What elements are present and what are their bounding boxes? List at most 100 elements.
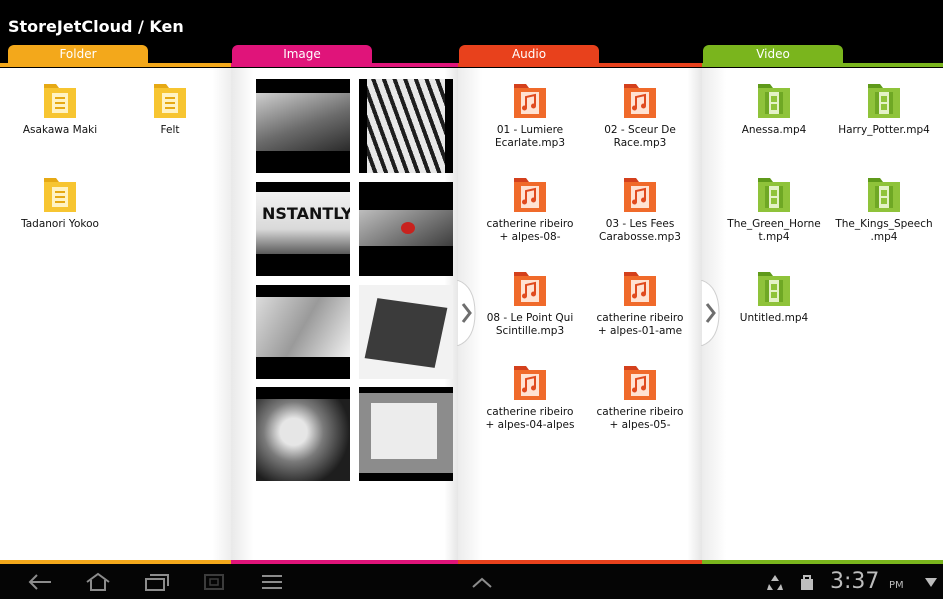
audio-name-line1: catherine ribeiro [596,312,684,324]
audio-file-item[interactable]: catherine ribeiro + alpes-08- [475,172,585,244]
collage-thumbnail[interactable] [256,285,350,379]
audio-name-line2: Race.mp3 [613,137,667,149]
audio-file-item[interactable]: 02 - Sceur De Race.mp3 [585,78,695,150]
music-file-icon [624,366,656,400]
folder-name: Tadanori Yokoo [21,218,99,230]
music-file-icon [514,84,546,118]
video-panel: Anessa.mp4 Harry_Potter.mp4 The_Green_Ho… [702,68,943,560]
audio-file-item[interactable]: 01 - Lumiere Ecarlate.mp3 [475,78,585,150]
video-name-line2: .mp4 [870,231,898,243]
image-panel: NSTANTLY" [231,68,458,560]
music-file-icon [624,272,656,306]
expand-audio-arrow[interactable] [456,279,479,347]
folded-paper-thumbnail[interactable] [359,285,453,379]
recycle-icon [767,574,783,590]
screenshot-button[interactable] [194,564,234,599]
audio-name-line2: Carabosse.mp3 [599,231,681,243]
expand-video-arrow[interactable] [700,279,723,347]
menu-icon [262,574,282,589]
mini-apps-button[interactable] [462,564,502,599]
folder-icon [154,84,186,118]
video-name-line1: Anessa.mp4 [741,124,807,136]
shopping-bag-icon [801,574,813,590]
audio-name-line1: 03 - Les Fees [605,218,675,230]
papers-on-table-thumbnail[interactable] [359,387,453,481]
audio-panel: 01 - Lumiere Ecarlate.mp3 02 - Sceur De … [458,68,702,560]
home-button[interactable] [78,564,118,599]
wifi-status[interactable] [922,564,940,599]
folder-panel: Asakawa Maki Felt Tadanori Yokoo [0,68,231,560]
book-photo-thumbnail[interactable] [256,79,350,173]
audio-file-item[interactable]: 03 - Les Fees Carabosse.mp3 [585,172,695,244]
video-file-icon [758,178,790,212]
audio-accent-line [458,63,702,67]
screenshot-icon [204,573,224,590]
chevron-up-icon [472,577,492,588]
folder-item[interactable]: Tadanori Yokoo [5,172,115,231]
red-object-thumbnail[interactable] [359,182,453,276]
ink-drawing-thumbnail[interactable] [359,79,453,173]
folder-item[interactable]: Felt [115,78,225,137]
chevron-right-icon [456,279,476,347]
tab-folder[interactable]: Folder [8,45,148,63]
audio-name-line2: + alpes-01-ame [597,325,683,337]
folder-icon [44,84,76,118]
tab-audio[interactable]: Audio [459,45,599,63]
music-file-icon [624,84,656,118]
status-ampm: PM [889,580,904,591]
store-status[interactable] [794,564,820,599]
audio-name-line2: + alpes-08- [499,231,561,243]
video-file-item[interactable]: Anessa.mp4 [719,78,829,137]
folder-accent-line [0,63,231,67]
video-file-item[interactable]: Untitled.mp4 [719,266,829,325]
menu-button[interactable] [252,564,292,599]
audio-name-line2: + alpes-05- [609,419,671,431]
recent-apps-button[interactable] [136,564,176,599]
image-accent-line [231,63,458,67]
audio-name-line1: 08 - Le Point Qui [486,312,574,324]
back-button[interactable] [20,564,60,599]
music-file-icon [624,178,656,212]
tab-image[interactable]: Image [232,45,372,63]
video-name-line1: Harry_Potter.mp4 [838,124,930,136]
audio-name-line1: catherine ribeiro [486,406,574,418]
wifi-icon [925,577,937,587]
category-tabs: Folder Image Audio Video [0,45,943,68]
video-accent-line [702,63,943,67]
folder-name: Felt [160,124,180,136]
recent-apps-icon [145,573,169,591]
video-file-icon [868,84,900,118]
system-nav-bar [0,564,943,599]
video-name-line2: t.mp4 [758,231,790,243]
audio-name-line1: catherine ribeiro [596,406,684,418]
sync-status[interactable] [762,564,788,599]
video-name-line1: The_Kings_Speech [835,218,933,230]
audio-name-line1: 01 - Lumiere [496,124,564,136]
audio-name-line2: Scintille.mp3 [495,325,565,337]
audio-file-item[interactable]: catherine ribeiro + alpes-05- [585,360,695,432]
audio-name-line2: Ecarlate.mp3 [495,137,565,149]
audio-file-item[interactable]: 08 - Le Point Qui Scintille.mp3 [475,266,585,338]
audio-file-item[interactable]: catherine ribeiro + alpes-01-ame [585,266,695,338]
audio-file-item[interactable]: catherine ribeiro + alpes-04-alpes [475,360,585,432]
folder-icon [44,178,76,212]
video-file-item[interactable]: The_Kings_Speech .mp4 [829,172,939,244]
folder-item[interactable]: Asakawa Maki [5,78,115,137]
back-icon [28,573,51,590]
tab-video[interactable]: Video [703,45,843,63]
video-file-icon [758,272,790,306]
page-title: StoreJetCloud / Ken [8,17,184,36]
instantly-card-thumbnail[interactable]: NSTANTLY" [256,182,350,276]
status-clock[interactable]: 3:37 [830,569,879,594]
title-bar: StoreJetCloud / Ken Folder Image Audio V… [0,0,943,68]
video-file-item[interactable]: Harry_Potter.mp4 [829,78,939,137]
video-file-item[interactable]: The_Green_Horne t.mp4 [719,172,829,244]
video-file-icon [868,178,900,212]
audio-name-line2: + alpes-04-alpes [485,419,575,431]
home-icon [86,572,110,591]
video-name-line1: The_Green_Horne [727,218,821,230]
music-file-icon [514,178,546,212]
music-file-icon [514,272,546,306]
music-file-icon [514,366,546,400]
portrait-art-thumbnail[interactable] [256,387,350,481]
